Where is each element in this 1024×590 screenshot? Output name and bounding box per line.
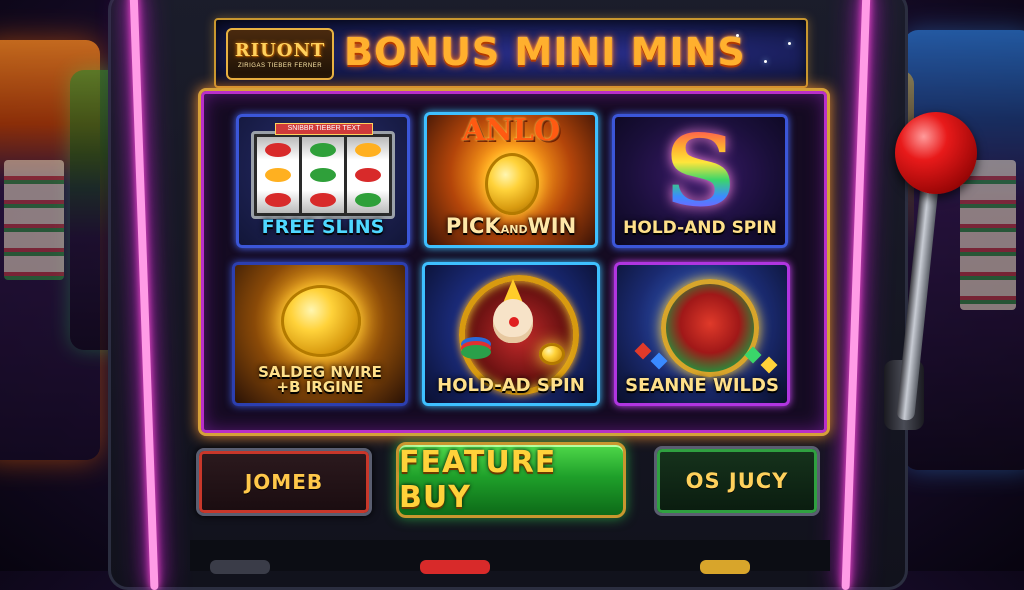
console-button[interactable] (700, 560, 750, 574)
background-reels-left (4, 160, 64, 280)
banner-title: BONUS MINI MINS (344, 30, 746, 74)
feature-label: HOLD-AD SPIN (437, 375, 585, 396)
lever-knob-icon[interactable] (895, 112, 977, 194)
right-control-button[interactable]: OS JUCY (654, 446, 820, 516)
console-button[interactable] (420, 560, 490, 574)
rainbow-s-icon: S (665, 114, 736, 229)
sparkle-icon (764, 60, 767, 63)
feature-label: SEANNE WILDS (625, 375, 779, 396)
label-part-win: WIN (527, 214, 577, 238)
feature-tile-hold-and-spin-2[interactable]: HOLD-AD SPIN (422, 262, 600, 406)
sparkle-icon (736, 34, 739, 37)
tile-top-text: ANLO (462, 113, 560, 148)
casino-chips-icon (461, 345, 491, 359)
feature-label: FREE SLINS (261, 216, 385, 238)
feature-tile-seanne-wilds[interactable]: SEANNE WILDS (614, 262, 790, 406)
logo-text: RIUONT (234, 39, 326, 61)
feature-label: HOLD-AND SPIN (623, 218, 777, 238)
feature-label-line2: +B IRGINE (276, 378, 364, 396)
feature-tile-pick-and-win[interactable]: ANLO PICKANDWIN (424, 112, 598, 248)
clown-nose (509, 317, 519, 327)
logo-subtext: ZIRIGAS TIEBER FERNER (237, 62, 323, 69)
reels-header: SNIBBR TIEBER TEXT (275, 123, 373, 135)
left-button-label: JOMEB (244, 470, 324, 494)
feature-tile-free-spins[interactable]: SNIBBR TIEBER TEXT FREE SLINS (236, 114, 410, 248)
slot-reels-icon (251, 131, 395, 219)
left-control-button[interactable]: JOMEB (196, 448, 372, 516)
background-reels-right (960, 160, 1016, 310)
feature-buy-button[interactable]: FEATURE BUY (396, 442, 626, 518)
label-part-and: AND (500, 223, 528, 236)
feature-tile-salded[interactable]: SALDEG NVIRE +B IRGINE (232, 262, 408, 406)
label-part-pick: PICK (445, 214, 501, 238)
gem-icon (760, 356, 778, 374)
console-button[interactable] (210, 560, 270, 574)
sparkle-icon (788, 42, 791, 45)
feature-buy-label: FEATURE BUY (399, 445, 557, 515)
feature-label: PICKANDWIN (446, 216, 576, 237)
wild-emblem-icon (661, 279, 759, 377)
gem-icon (650, 352, 668, 370)
feature-label: SALDEG NVIRE +B IRGINE (258, 365, 382, 395)
game-logo: RIUONT ZIRIGAS TIEBER FERNER (226, 28, 334, 80)
title-banner: RIUONT ZIRIGAS TIEBER FERNER BONUS MINI … (214, 18, 808, 88)
gold-coin-icon (539, 343, 565, 365)
gold-coin-icon (485, 153, 539, 215)
gold-coin-icon (281, 285, 361, 357)
feature-tile-hold-and-spin[interactable]: S HOLD-AND SPIN (612, 114, 788, 248)
gem-icon (634, 342, 652, 360)
right-button-label: OS JUCY (685, 469, 789, 493)
